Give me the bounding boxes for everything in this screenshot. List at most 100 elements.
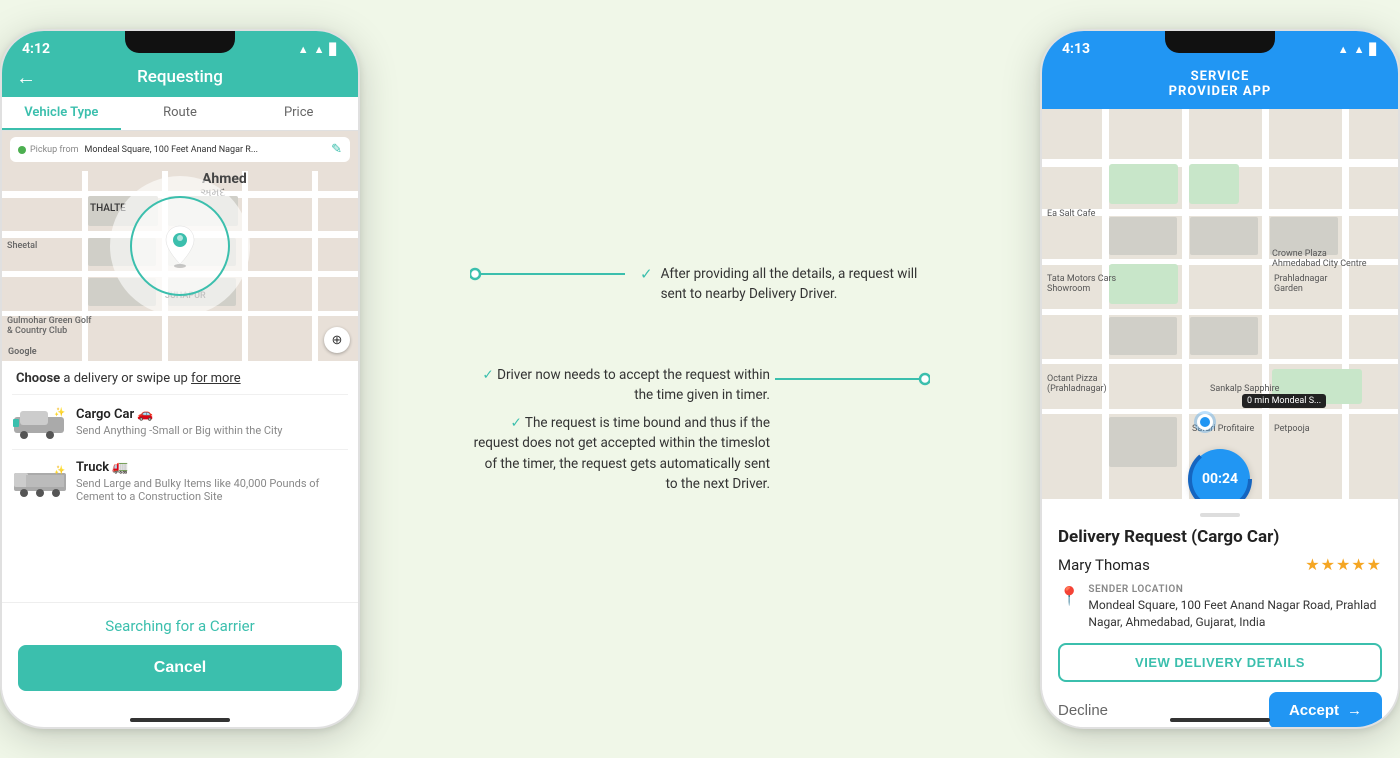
pulse-outer <box>110 176 250 316</box>
delivery-title: Delivery Request (Cargo Car) <box>1058 527 1382 547</box>
annotation2-check1: ✓ <box>482 367 497 383</box>
left-phone-notch <box>125 31 235 53</box>
road-v4 <box>312 171 318 361</box>
location-icon: 📍 <box>1058 586 1080 631</box>
right-time: 4:13 <box>1062 41 1090 57</box>
r-label-crowne: Crowne PlazaAhmedabad City Centre <box>1272 249 1367 269</box>
accept-label: Accept <box>1289 702 1339 719</box>
map-label-sheetal: Sheetal <box>7 241 37 251</box>
left-time: 4:12 <box>22 41 50 57</box>
user-name: Mary Thomas <box>1058 556 1150 574</box>
tab-vehicle-type[interactable]: Vehicle Type <box>2 97 121 130</box>
choose-section: Choose a delivery or swipe up for more <box>2 361 358 394</box>
check-icon-1: ✓ <box>640 265 653 283</box>
annotation2-check2: ✓ <box>510 415 524 431</box>
left-home-indicator <box>130 718 230 722</box>
tab-route[interactable]: Route <box>121 97 240 130</box>
delivery-card: Delivery Request (Cargo Car) Mary Thomas… <box>1042 499 1398 729</box>
accept-button[interactable]: Accept → <box>1269 692 1382 729</box>
timer-value: 00:24 <box>1202 471 1238 487</box>
cargo-car-desc: Send Anything -Small or Big within the C… <box>76 424 283 437</box>
sender-location-label: SENDER LOCATION <box>1088 584 1382 595</box>
cancel-button[interactable]: Cancel <box>18 645 342 691</box>
current-location-dot <box>1197 414 1213 430</box>
r-label-tata: Tata Motors CarsShowroom <box>1047 274 1116 294</box>
pickup-dot <box>18 146 26 154</box>
connector-line-left-1 <box>470 264 630 284</box>
sender-address: Mondeal Square, 100 Feet Anand Nagar Roa… <box>1088 597 1382 631</box>
r-label-petpooja: Petpooja <box>1274 424 1310 434</box>
sp-header-title: SERVICEPROVIDER APP <box>1169 69 1272 99</box>
annotation2-inner: ✓ Driver now needs to accept the request… <box>470 365 930 495</box>
right-status-icons: ▲▲▊ <box>1338 43 1378 56</box>
accept-arrow-icon: → <box>1347 702 1362 719</box>
timer-container: 00:24 <box>1190 449 1250 499</box>
vehicle-list: ✨ Cargo Car 🚗 Send Anything -Small or Bi… <box>2 394 358 513</box>
action-row: Decline Accept → <box>1058 692 1382 729</box>
bottom-panel: Searching for a Carrier Cancel <box>2 602 358 707</box>
location-pin-icon <box>162 224 198 268</box>
green3 <box>1109 264 1178 304</box>
truck-icon: ✨ <box>12 465 66 499</box>
green2 <box>1189 164 1239 204</box>
r-label-salt: Ea Salt Cafe <box>1047 209 1095 219</box>
left-map: THALTE Ahmed અમદ Gulmohar Green Golf& Co… <box>2 131 358 361</box>
truck-info: Truck 🚛 Send Large and Bulky Items like … <box>76 460 348 503</box>
vehicle-item-truck[interactable]: ✨ Truck 🚛 Send Large and Bulky Items lik… <box>12 449 348 513</box>
choose-text: Choose a delivery or swipe up for more <box>16 371 241 386</box>
sender-location-info: SENDER LOCATION Mondeal Square, 100 Feet… <box>1088 584 1382 631</box>
r-building1 <box>1109 217 1177 255</box>
cargo-car-name: Cargo Car 🚗 <box>76 407 283 422</box>
right-phone-notch <box>1165 31 1275 53</box>
left-status-icons: ▲▲▊ <box>298 43 338 56</box>
location-row: 📍 SENDER LOCATION Mondeal Square, 100 Fe… <box>1058 584 1382 631</box>
annotation1-text: After providing all the details, a reque… <box>661 264 920 305</box>
searching-text: Searching for a Carrier <box>18 617 342 635</box>
view-delivery-details-button[interactable]: VIEW DELIVERY DETAILS <box>1058 643 1382 682</box>
drag-indicator <box>1200 513 1240 517</box>
r-road-v1 <box>1102 109 1109 499</box>
r-label-prahla: PrahladnagarGarden <box>1274 274 1327 294</box>
pickup-bar: Pickup from Mondeal Square, 100 Feet Ana… <box>10 137 350 162</box>
tabs-container: Vehicle Type Route Price <box>2 97 358 131</box>
sp-header: SERVICEPROVIDER APP <box>1042 61 1398 109</box>
star-rating: ★★★★★ <box>1305 555 1382 574</box>
right-map: Crowne PlazaAhmedabad City Centre Ea Sal… <box>1042 109 1398 499</box>
truck-desc: Send Large and Bulky Items like 40,000 P… <box>76 477 348 503</box>
truck-name: Truck 🚛 <box>76 460 348 475</box>
pickup-address: Mondeal Square, 100 Feet Anand Nagar R..… <box>85 145 258 155</box>
annotation2: ✓ Driver now needs to accept the request… <box>470 365 930 495</box>
tab-price[interactable]: Price <box>239 97 358 130</box>
connector-line-right-2 <box>770 369 930 389</box>
header-title: Requesting <box>137 67 223 87</box>
r-building5 <box>1190 317 1258 355</box>
back-button[interactable]: ← <box>16 65 36 90</box>
annotation2-text2: ✓ The request is time bound and thus if … <box>470 413 770 494</box>
annotation-area: ✓ After providing all the details, a req… <box>360 264 1040 494</box>
vehicle-item-cargo[interactable]: ✨ Cargo Car 🚗 Send Anything -Small or Bi… <box>12 394 348 449</box>
annotation2-text1: ✓ Driver now needs to accept the request… <box>470 365 770 406</box>
svg-text:✨: ✨ <box>54 407 65 418</box>
green1 <box>1109 164 1178 204</box>
edit-icon[interactable]: ✎ <box>331 142 342 157</box>
decline-button[interactable]: Decline <box>1058 702 1108 719</box>
cargo-car-icon: ✨ <box>12 405 66 439</box>
left-app-header: ← Requesting <box>2 61 358 97</box>
annotation1: ✓ After providing all the details, a req… <box>470 264 930 305</box>
location-button[interactable]: ⊕ <box>324 327 350 353</box>
google-watermark: Google <box>8 347 37 357</box>
r-label-sankalp: Sankalp Sapphire <box>1210 384 1279 394</box>
user-row: Mary Thomas ★★★★★ <box>1058 555 1382 574</box>
pulse-container <box>110 176 250 316</box>
r-building6 <box>1109 417 1177 467</box>
r-label-octant: Octant Pizza(Prahladnagar) <box>1047 374 1107 394</box>
r-road-v2 <box>1182 109 1189 499</box>
timer-circle: 00:24 <box>1190 449 1250 499</box>
right-home-indicator <box>1170 718 1270 722</box>
r-building4 <box>1109 317 1177 355</box>
pickup-label: Pickup from <box>30 145 79 155</box>
r-road-v3 <box>1262 109 1269 499</box>
r-building2 <box>1190 217 1258 255</box>
car-pin: 0 min Mondeal S... <box>1242 394 1326 408</box>
annotation2-content: ✓ Driver now needs to accept the request… <box>470 365 770 495</box>
